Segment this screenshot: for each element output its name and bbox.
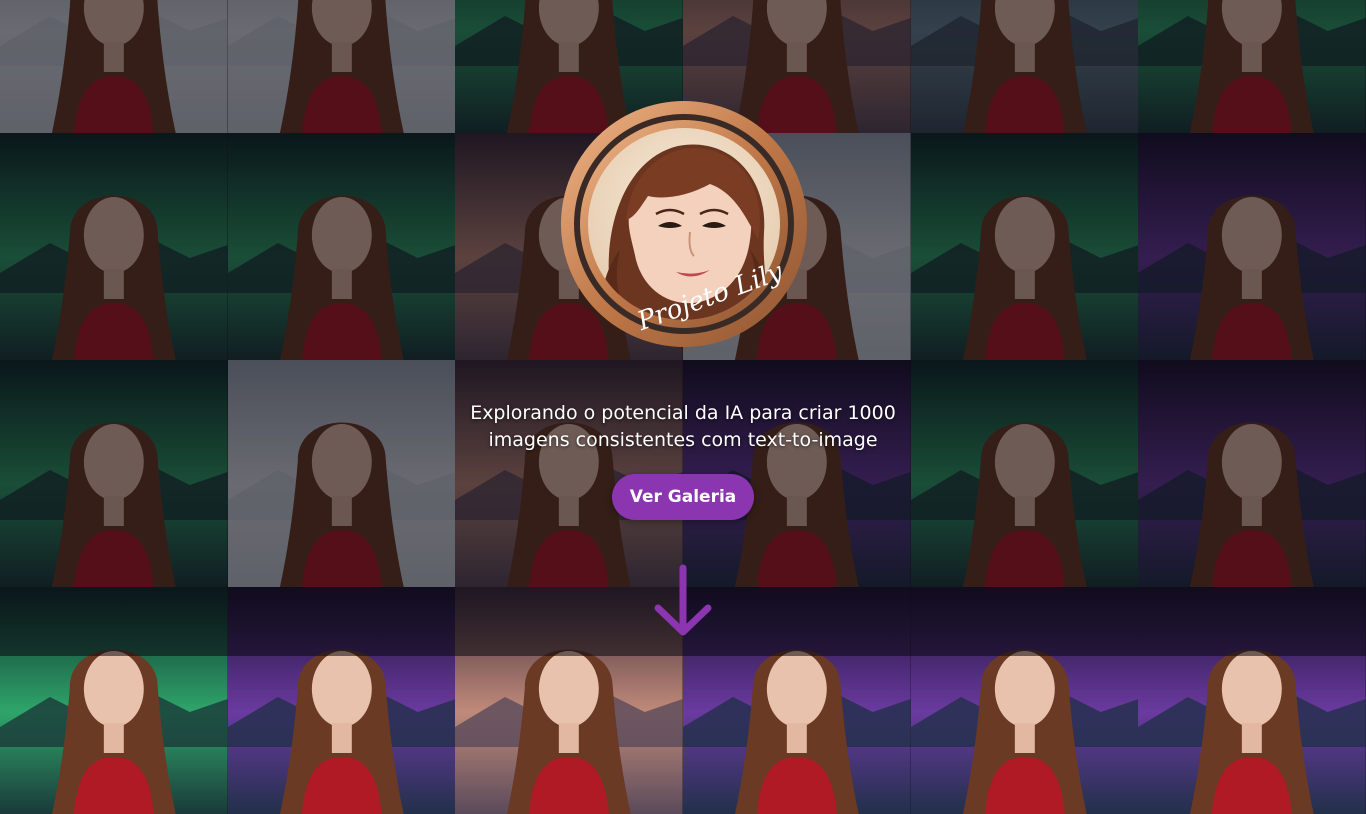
projeto-lily-logo: Projeto Lily	[560, 100, 808, 348]
arrow-down-icon[interactable]	[652, 564, 714, 638]
tagline-line-2: imagens consistentes com text-to-image	[488, 429, 878, 451]
ver-galeria-button[interactable]: Ver Galeria	[612, 474, 754, 520]
hero-tagline: Explorando o potencial da IA para criar …	[433, 400, 933, 454]
tagline-line-1: Explorando o potencial da IA para criar …	[470, 402, 896, 424]
